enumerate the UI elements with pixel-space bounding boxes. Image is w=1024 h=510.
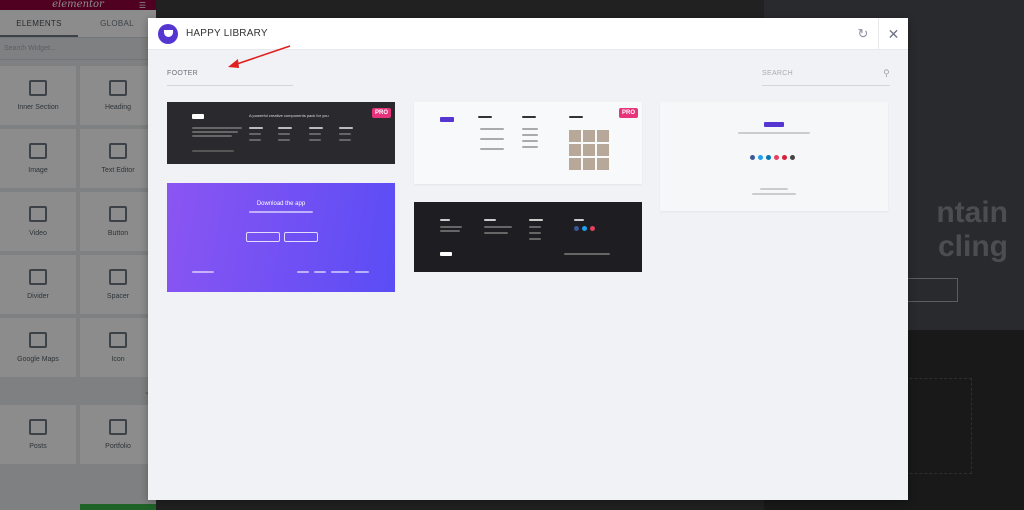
text-line	[440, 226, 462, 228]
social-icons	[574, 226, 595, 231]
pro-badge: PRO	[618, 108, 638, 118]
template-logo	[764, 122, 784, 127]
template-logo	[440, 252, 452, 256]
text-line	[297, 271, 309, 273]
text-line	[522, 140, 538, 142]
text-line	[192, 131, 238, 133]
annotation-arrow-icon	[228, 45, 291, 68]
text-line	[339, 133, 351, 135]
text-line	[355, 271, 369, 273]
template-logo	[440, 117, 454, 122]
modal-title: HAPPY LIBRARY	[186, 28, 268, 39]
sync-icon[interactable]: ↻	[848, 26, 878, 42]
search-icon: ⚲	[883, 68, 890, 78]
text-line	[529, 238, 541, 240]
text-line	[522, 134, 538, 136]
text-line	[484, 226, 512, 228]
social-icons	[750, 155, 795, 160]
play-store-button	[284, 232, 318, 242]
text-line	[522, 116, 536, 118]
modal-actions: ↻ ✕	[848, 18, 908, 50]
text-line	[478, 116, 492, 118]
search-placeholder: SEARCH	[762, 70, 793, 77]
text-line	[309, 133, 321, 135]
text-line	[249, 139, 261, 141]
template-card-2[interactable]: Download the app	[167, 183, 395, 292]
text-line	[249, 133, 261, 135]
text-line	[278, 133, 290, 135]
text-line	[738, 132, 810, 134]
template-card-1[interactable]: PRO A powerful creative components pack …	[167, 102, 395, 164]
text-line	[192, 150, 234, 152]
text-line	[529, 226, 541, 228]
pro-badge: PRO	[371, 108, 391, 118]
text-line	[480, 128, 504, 130]
text-line	[529, 219, 543, 221]
template-card-3[interactable]: PRO	[414, 102, 642, 184]
text-line	[309, 139, 321, 141]
text-line	[192, 127, 242, 129]
text-line	[480, 148, 504, 150]
text-line	[574, 219, 584, 221]
template-card-4[interactable]	[414, 202, 642, 272]
template-heading: Download the app	[256, 201, 306, 207]
text-line	[484, 219, 496, 221]
template-tagline: A powerful creative components pack for …	[249, 113, 329, 118]
text-line	[339, 127, 353, 129]
text-line	[339, 139, 351, 141]
text-line	[484, 232, 508, 234]
close-icon[interactable]: ✕	[878, 18, 908, 50]
text-line	[331, 271, 349, 273]
text-line	[480, 138, 504, 140]
text-line	[314, 271, 326, 273]
text-line	[249, 211, 313, 213]
search-input[interactable]: SEARCH ⚲	[762, 67, 890, 86]
text-line	[309, 127, 323, 129]
template-logo	[192, 114, 204, 119]
app-store-button	[246, 232, 280, 242]
happy-library-modal: HAPPY LIBRARY ↻ ✕ FOOTER SEARCH ⚲ PRO A …	[148, 18, 908, 500]
text-line	[278, 139, 290, 141]
text-line	[529, 232, 541, 234]
template-card-5[interactable]	[660, 102, 888, 211]
happy-addons-logo-icon	[158, 23, 178, 44]
text-line	[249, 127, 263, 129]
text-line	[522, 146, 538, 148]
text-line	[752, 193, 796, 195]
text-line	[192, 135, 232, 137]
instagram-grid	[569, 130, 609, 170]
text-line	[760, 188, 788, 190]
text-line	[440, 219, 450, 221]
text-line	[569, 116, 583, 118]
text-line	[278, 127, 292, 129]
text-line	[564, 253, 610, 255]
text-line	[440, 230, 460, 232]
text-line	[192, 271, 214, 273]
text-line	[522, 128, 538, 130]
